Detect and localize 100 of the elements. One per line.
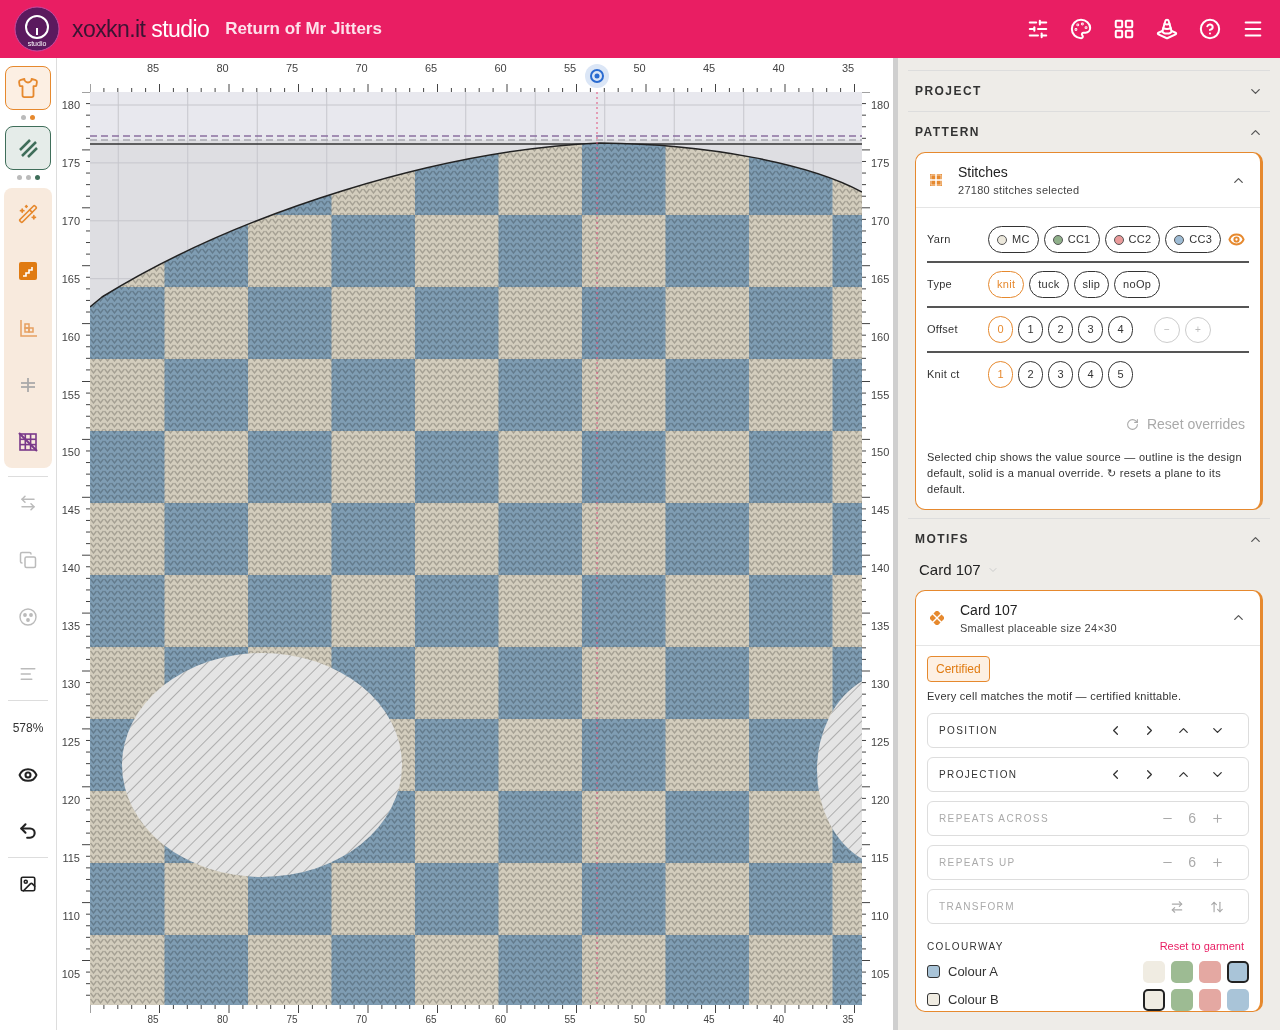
yarn-chip[interactable]: MC — [988, 226, 1039, 253]
ruler-label: 170 — [61, 213, 80, 229]
row-label: Knit ct — [927, 367, 961, 383]
row-label: Type — [927, 277, 953, 293]
section-header[interactable]: MOTIFS — [908, 519, 1270, 559]
grid-off-icon — [18, 432, 38, 452]
colour-label: Colour B — [948, 990, 999, 1009]
ruler-label: 135 — [61, 618, 80, 634]
copy-icon — [19, 551, 37, 569]
colour-swatch[interactable] — [1199, 988, 1221, 1011]
ruler-label: 180 — [61, 97, 80, 113]
colour-swatch[interactable] — [1143, 988, 1165, 1011]
ruler-label: 150 — [61, 445, 80, 461]
help-icon-button[interactable] — [1197, 16, 1223, 42]
plus-icon — [1210, 812, 1224, 825]
ruler-label: 160 — [871, 329, 890, 345]
reset-to-garment-link[interactable]: Reset to garment — [1159, 938, 1249, 955]
ruler-label: 120 — [61, 792, 80, 808]
image-icon — [19, 875, 37, 893]
motif-control: REPEATS UP 6 — [927, 845, 1249, 880]
plus-icon — [1210, 856, 1224, 869]
garment-mode-button[interactable] — [5, 66, 51, 110]
ruler-label: 155 — [871, 387, 890, 403]
help-text: Selected chip shows the value source — outline is the design default, solid is a manual override. ↻ resets a plane to its default. — [927, 450, 1243, 497]
motif-control: PROJECTION — [927, 757, 1249, 792]
ruler-label: 60 — [494, 1014, 507, 1026]
section-header[interactable]: PROJECT — [908, 71, 1270, 111]
ruler-label: 145 — [871, 503, 890, 519]
ruler-label: 175 — [61, 155, 80, 171]
ruler-label: 35 — [842, 1014, 854, 1026]
eye-icon — [18, 765, 38, 785]
reset-icon — [1125, 418, 1139, 431]
ruler-label: 120 — [871, 792, 890, 808]
undo-icon — [18, 821, 38, 841]
palette-icon-button[interactable] — [1068, 16, 1094, 42]
colour-checkbox[interactable] — [927, 993, 940, 1006]
dotted-circle-icon — [18, 607, 38, 627]
card-header[interactable]: Stitches 27180 stitches selected — [916, 153, 1260, 208]
colour-swatch[interactable] — [1171, 988, 1193, 1011]
colour-swatch[interactable] — [1199, 960, 1221, 983]
swap-icon — [19, 494, 37, 512]
motif-control: REPEATS ACROSS 6 — [927, 801, 1249, 836]
cone-icon-button[interactable] — [1154, 16, 1180, 42]
grid-icon — [930, 174, 942, 186]
colour-swatch[interactable] — [1143, 960, 1165, 983]
hatch-icon — [17, 137, 39, 159]
certification-message: Every cell matches the motif — certified knittable. — [927, 688, 1183, 704]
colour-swatch[interactable] — [1227, 988, 1249, 1011]
stepper-value: 6 — [1188, 853, 1196, 872]
align-left-icon — [19, 665, 37, 683]
stairs-icon — [18, 261, 38, 281]
app-name: xoxkn.it studio — [72, 14, 210, 44]
ruler-label: 40 — [772, 61, 785, 76]
section-header[interactable]: PATTERN — [908, 112, 1270, 152]
ruler-label: 165 — [871, 271, 890, 287]
ruler-label: 115 — [62, 850, 80, 866]
ruler-label: 70 — [355, 61, 368, 76]
ruler-label: 55 — [563, 61, 577, 76]
motif-selector[interactable]: Card 107 — [908, 559, 1010, 590]
ruler-label: 45 — [702, 61, 716, 76]
ruler-label: 50 — [633, 1014, 646, 1026]
ruler-label: 160 — [61, 329, 80, 345]
stepper-value: 6 — [1188, 809, 1196, 828]
ruler-label: 55 — [564, 1014, 576, 1026]
swap-arrows-icon — [1170, 899, 1184, 914]
ruler-label: 140 — [61, 560, 80, 576]
up-down-arrows-icon — [1210, 899, 1224, 914]
colourway-heading: COLOURWAY — [927, 939, 1004, 954]
ruler-label: 65 — [425, 1014, 437, 1026]
pattern-mode-button[interactable] — [5, 126, 51, 170]
ruler-label: 110 — [62, 908, 80, 924]
ruler-label: 115 — [871, 850, 889, 866]
ruler-label: 85 — [146, 61, 160, 76]
ruler-label: 125 — [871, 734, 890, 750]
ruler-label: 75 — [286, 1014, 298, 1026]
ruler-label: 150 — [871, 445, 890, 461]
ruler-label: 85 — [147, 1014, 159, 1026]
colour-swatch[interactable] — [1171, 960, 1193, 983]
ruler-label: 75 — [285, 61, 299, 76]
card-header[interactable]: Card 107 Smallest placeable size 24×30 — [916, 590, 1260, 646]
ruler-label: 135 — [871, 618, 890, 634]
colour-checkbox[interactable] — [927, 965, 940, 978]
motif-control: POSITION — [927, 713, 1249, 748]
magic-wand-icon — [18, 204, 38, 224]
ruler-label: 130 — [871, 676, 890, 692]
ruler-label: 105 — [61, 966, 80, 982]
ruler-corner-icon — [18, 318, 38, 338]
ruler-label: 80 — [216, 61, 229, 76]
colour-swatch[interactable] — [1227, 960, 1249, 983]
ruler-label: 155 — [61, 387, 80, 403]
ruler-label: 140 — [871, 560, 890, 576]
certified-badge: Certified — [927, 655, 990, 682]
ruler-label: 65 — [424, 61, 438, 76]
target-icon[interactable] — [584, 63, 610, 89]
ruler-label: 165 — [61, 271, 80, 287]
motif-control: TRANSFORM — [927, 889, 1249, 924]
ruler-label: 80 — [216, 1014, 229, 1026]
ruler-label: 70 — [355, 1014, 368, 1026]
ruler-label: 125 — [61, 734, 80, 750]
eye-icon[interactable] — [1228, 231, 1246, 248]
